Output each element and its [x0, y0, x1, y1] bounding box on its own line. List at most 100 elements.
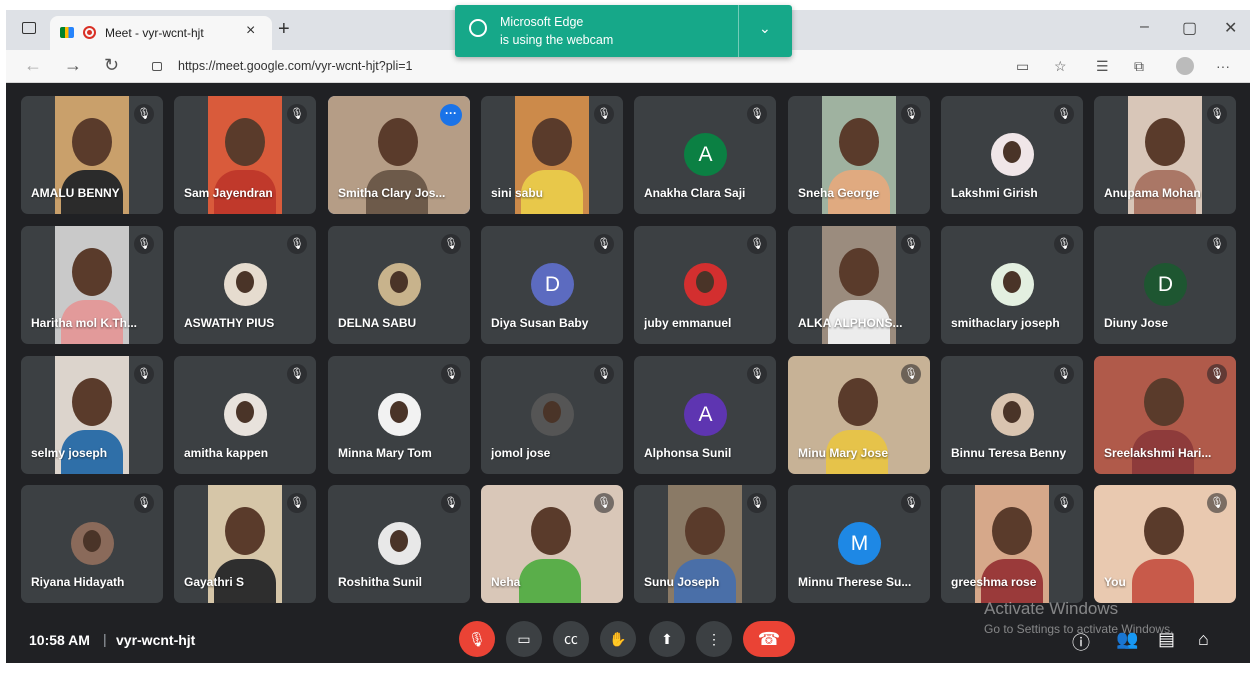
- participant-tile[interactable]: 🎙 Lakshmi Girish: [941, 96, 1083, 214]
- minimize-button[interactable]: –: [1140, 18, 1149, 36]
- participant-tile[interactable]: 🎙 Sam Jayendran: [174, 96, 316, 214]
- favorites-icon[interactable]: ☰: [1096, 58, 1109, 75]
- mic-muted-icon: 🎙: [747, 493, 767, 513]
- mic-muted-icon: 🎙: [594, 104, 614, 124]
- raise-hand-button[interactable]: ✋: [600, 621, 636, 657]
- camera-indicator-icon[interactable]: ▭: [1016, 58, 1029, 75]
- address-bar[interactable]: https://meet.google.com/vyr-wcnt-hjt?pli…: [178, 59, 412, 73]
- profile-avatar[interactable]: [1176, 57, 1194, 75]
- participant-tile[interactable]: M 🎙 Minnu Therese Su...: [788, 485, 930, 603]
- tab-close-icon[interactable]: ×: [246, 22, 255, 40]
- participant-tile[interactable]: 🎙 ALKA ALPHONS...: [788, 226, 930, 344]
- participant-name: Roshitha Sunil: [338, 575, 422, 589]
- participant-tile[interactable]: 🎙 ASWATHY PIUS: [174, 226, 316, 344]
- participant-avatar: [991, 393, 1034, 436]
- tile-more-options-icon[interactable]: ···: [440, 104, 462, 126]
- participant-name: Alphonsa Sunil: [644, 446, 732, 460]
- participant-name: sini sabu: [491, 186, 544, 200]
- settings-more-icon[interactable]: ···: [1216, 58, 1230, 74]
- participant-name: Diya Susan Baby: [491, 316, 589, 330]
- participant-face: [72, 248, 112, 296]
- add-favorite-icon[interactable]: ☆: [1054, 58, 1067, 75]
- maximize-button[interactable]: ▢: [1182, 18, 1197, 38]
- participant-name: amitha kappen: [184, 446, 269, 460]
- participant-tile[interactable]: 🎙 Minna Mary Tom: [328, 356, 470, 474]
- webcam-notification[interactable]: Microsoft Edge is using the webcam ⌄: [455, 5, 792, 57]
- mic-muted-icon: 🎙: [287, 104, 307, 124]
- new-tab-button[interactable]: +: [278, 18, 290, 41]
- meeting-details-icon[interactable]: ⓘ: [1072, 629, 1090, 655]
- mic-muted-icon: 🎙: [134, 364, 154, 384]
- mic-muted-icon: 🎙: [1207, 493, 1227, 513]
- participant-face: [838, 378, 878, 426]
- participant-tile[interactable]: 🎙 Sneha George: [788, 96, 930, 214]
- participant-tile[interactable]: 🎙 Anupama Mohan: [1094, 96, 1236, 214]
- back-button[interactable]: ←: [24, 55, 42, 76]
- participant-name: Neha: [491, 575, 521, 589]
- participant-tile[interactable]: 🎙 You: [1094, 485, 1236, 603]
- mic-muted-icon: 🎙: [134, 234, 154, 254]
- refresh-button[interactable]: ↻: [104, 55, 119, 76]
- chevron-down-icon[interactable]: ⌄: [759, 20, 771, 37]
- participant-face: [839, 248, 879, 296]
- participant-avatar: [378, 263, 421, 306]
- forward-button[interactable]: →: [64, 55, 82, 76]
- participant-name: Minna Mary Tom: [338, 446, 432, 460]
- mic-muted-icon: 🎙: [594, 493, 614, 513]
- participant-face: [1144, 378, 1184, 426]
- participant-tile[interactable]: 🎙 selmy joseph: [21, 356, 163, 474]
- participant-name: jomol jose: [491, 446, 551, 460]
- participant-tile[interactable]: D 🎙 Diya Susan Baby: [481, 226, 623, 344]
- participant-tile[interactable]: A 🎙 Anakha Clara Saji: [634, 96, 776, 214]
- participant-name: Gayathri S: [184, 575, 245, 589]
- activate-windows-title: Activate Windows: [984, 599, 1119, 618]
- participant-tile[interactable]: ··· Smitha Clary Jos...: [328, 96, 470, 214]
- window-menu-icon[interactable]: [22, 22, 36, 34]
- participant-tile[interactable]: 🎙 smithaclary joseph: [941, 226, 1083, 344]
- captions-button[interactable]: ㏄: [553, 621, 589, 657]
- activities-icon[interactable]: ⌂: [1198, 629, 1209, 650]
- participant-tile[interactable]: 🎙 Haritha mol K.Th...: [21, 226, 163, 344]
- lock-icon[interactable]: [152, 62, 162, 71]
- tab-meet[interactable]: Meet - vyr-wcnt-hjt ×: [50, 16, 272, 50]
- participant-face: [992, 507, 1032, 555]
- close-window-button[interactable]: ✕: [1224, 18, 1237, 38]
- mic-muted-icon: 🎙: [1207, 104, 1227, 124]
- participant-tile[interactable]: 🎙 Sreelakshmi Hari...: [1094, 356, 1236, 474]
- participant-tile[interactable]: 🎙 amitha kappen: [174, 356, 316, 474]
- participant-name: Anakha Clara Saji: [644, 186, 746, 200]
- leave-call-button[interactable]: ☎: [743, 621, 795, 657]
- participant-tile[interactable]: 🎙 juby emmanuel: [634, 226, 776, 344]
- more-options-button[interactable]: ⋮: [696, 621, 732, 657]
- collections-icon[interactable]: ⧉: [1134, 58, 1144, 75]
- mic-off-button[interactable]: 🎙: [459, 621, 495, 657]
- mic-muted-icon: 🎙: [287, 234, 307, 254]
- participant-tile[interactable]: D 🎙 Diuny Jose: [1094, 226, 1236, 344]
- participant-name: ASWATHY PIUS: [184, 316, 275, 330]
- participant-name: Sam Jayendran: [184, 186, 273, 200]
- recording-icon: [83, 26, 96, 39]
- participant-tile[interactable]: 🎙 greeshma rose: [941, 485, 1083, 603]
- chat-icon[interactable]: ▤: [1158, 629, 1175, 650]
- participant-tile[interactable]: 🎙 Binnu Teresa Benny: [941, 356, 1083, 474]
- mic-muted-icon: 🎙: [747, 104, 767, 124]
- participant-name: You: [1104, 575, 1126, 589]
- participant-tile[interactable]: A 🎙 Alphonsa Sunil: [634, 356, 776, 474]
- camera-button[interactable]: ▭: [506, 621, 542, 657]
- participant-face: [225, 118, 265, 166]
- browser-window: Meet - vyr-wcnt-hjt × + – ▢ ✕ ← → ↻ http…: [6, 10, 1250, 673]
- people-icon[interactable]: 👥: [1116, 629, 1138, 650]
- participant-tile[interactable]: 🎙 DELNA SABU: [328, 226, 470, 344]
- participant-tile[interactable]: 🎙 Riyana Hidayath: [21, 485, 163, 603]
- participant-tile[interactable]: 🎙 Minu Mary Jose: [788, 356, 930, 474]
- participant-tile[interactable]: 🎙 Sunu Joseph: [634, 485, 776, 603]
- participant-name: ALKA ALPHONS...: [798, 316, 903, 330]
- participant-tile[interactable]: 🎙 Roshitha Sunil: [328, 485, 470, 603]
- participant-tile[interactable]: 🎙 sini sabu: [481, 96, 623, 214]
- participant-tile[interactable]: 🎙 jomol jose: [481, 356, 623, 474]
- present-button[interactable]: ⬆: [649, 621, 685, 657]
- participant-tile[interactable]: 🎙 AMALU BENNY: [21, 96, 163, 214]
- participant-tile[interactable]: 🎙 Gayathri S: [174, 485, 316, 603]
- mic-muted-icon: 🎙: [441, 364, 461, 384]
- participant-tile[interactable]: 🎙 Neha: [481, 485, 623, 603]
